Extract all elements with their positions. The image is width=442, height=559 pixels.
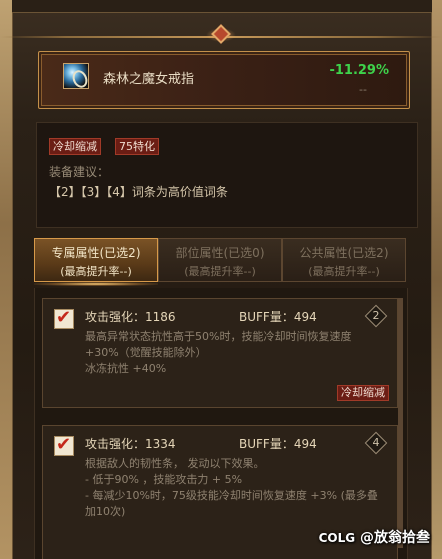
tab-title: 公共属性(已选2) <box>299 246 389 260</box>
ring-icon <box>63 63 89 89</box>
attribute-description: 根据敌人的韧性条， 发动以下效果。 - 低于90% ，技能攻击力 + 5% - … <box>85 456 385 520</box>
buff-value: BUFF量：494 <box>239 310 317 324</box>
tab-common-attributes[interactable]: 公共属性(已选2) (最高提升率--) <box>282 238 406 282</box>
checkmark-icon: ✔ <box>56 434 72 455</box>
attribute-description: 最高异常状态抗性高于50%时，技能冷却时间恢复速度 +30%（觉醒技能除外） 冰… <box>85 329 385 377</box>
watermark-brand: COLG <box>318 531 356 545</box>
scrollbar[interactable] <box>398 298 403 548</box>
attribute-checkbox[interactable]: ✔ <box>54 307 74 329</box>
background-left-edge <box>0 0 12 559</box>
item-header[interactable]: 森林之魔女戒指 -11.29% -- <box>38 51 410 109</box>
item-delta: -11.29% <box>329 63 389 78</box>
attack-boost-value: 攻击强化：1186 <box>85 310 176 324</box>
priority-badge: 2 <box>364 304 388 328</box>
attribute-checkbox[interactable]: ✔ <box>54 434 74 456</box>
tab-slot-attributes[interactable]: 部位属性(已选0) (最高提升率--) <box>158 238 282 282</box>
tag-75-special: 75特化 <box>115 138 159 155</box>
description-line: - 每减少10%时，75级技能冷却时间恢复速度 +3% (最多叠 <box>85 489 378 502</box>
tag-cooldown: 冷却缩减 <box>337 385 389 401</box>
description-line: 根据敌人的韧性条， 发动以下效果。 <box>85 457 265 470</box>
tag-cooldown: 冷却缩减 <box>49 138 101 155</box>
tab-subtitle: (最高提升率--) <box>60 265 132 278</box>
checkmark-icon: ✔ <box>56 307 72 328</box>
background-right-edge <box>432 0 442 559</box>
watermark-author: @放翁拾叁 <box>360 530 430 546</box>
description-line: 最高异常状态抗性高于50%时，技能冷却时间恢复速度 <box>85 330 352 343</box>
description-line: 冰冻抗性 +40% <box>85 362 167 375</box>
description-line: - 低于90% ，技能攻击力 + 5% <box>85 473 243 486</box>
tab-exclusive-attributes[interactable]: 专属属性(已选2) (最高提升率--) <box>34 238 158 282</box>
tab-title: 专属属性(已选2) <box>51 246 141 260</box>
priority-badge: 4 <box>364 431 388 455</box>
description-line: 加10次) <box>85 505 126 518</box>
suggestion-text: 【2】【3】【4】词条为高价值词条 <box>49 185 228 199</box>
item-delta-sub: -- <box>359 83 367 96</box>
suggestion-label: 装备建议： <box>49 165 110 179</box>
priority-number: 2 <box>372 309 380 322</box>
attack-boost-value: 攻击强化：1334 <box>85 437 176 451</box>
suggestion-box: 冷却缩减 75特化 装备建议： 【2】【3】【4】词条为高价值词条 <box>36 122 418 228</box>
tab-subtitle: (最高提升率--) <box>308 265 380 278</box>
tab-title: 部位属性(已选0) <box>175 246 265 260</box>
description-line: +30%（觉醒技能除外） <box>85 346 207 359</box>
attribute-card: ✔ 攻击强化：1186 BUFF量：494 2 最高异常状态抗性高于50%时，技… <box>42 298 398 408</box>
item-name: 森林之魔女戒指 <box>103 72 195 87</box>
active-tab-indicator <box>34 282 158 286</box>
buff-value: BUFF量：494 <box>239 437 317 451</box>
tab-subtitle: (最高提升率--) <box>184 265 256 278</box>
watermark: COLG @放翁拾叁 <box>319 527 430 547</box>
priority-number: 4 <box>372 436 380 449</box>
